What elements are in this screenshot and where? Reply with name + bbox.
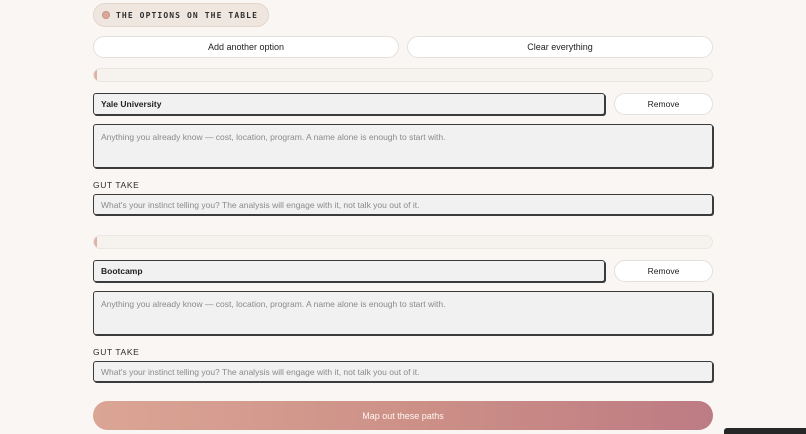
map-paths-button[interactable]: Map out these paths [93,401,713,430]
option-1-progress-fill [94,69,97,81]
option-1-remove-button[interactable]: Remove [614,93,713,115]
option-2-notes-textarea[interactable]: Anything you already know — cost, locati… [93,291,713,335]
option-2-progress-track [93,235,713,249]
dot-icon [102,11,110,19]
option-1-gut-input[interactable]: What's your instinct telling you? The an… [93,194,713,215]
corner-tab [724,428,806,434]
add-option-button[interactable]: Add another option [93,36,399,58]
option-1-notes-textarea[interactable]: Anything you already know — cost, locati… [93,124,713,168]
option-1-name-input[interactable]: Yale University [93,93,605,115]
option-1-progress-track [93,68,713,82]
section-label: THE OPTIONS ON THE TABLE [116,10,258,20]
option-2-remove-button[interactable]: Remove [614,260,713,282]
option-2-gut-input[interactable]: What's your instinct telling you? The an… [93,361,713,382]
clear-everything-button[interactable]: Clear everything [407,36,713,58]
section-pill: THE OPTIONS ON THE TABLE [93,3,269,27]
option-2-gut-label: GUT TAKE [93,347,140,357]
toolbar: Add another option Clear everything [93,36,713,58]
option-2-progress-fill [94,236,97,248]
option-1-gut-label: GUT TAKE [93,180,140,190]
option-2-name-input[interactable]: Bootcamp [93,260,605,282]
